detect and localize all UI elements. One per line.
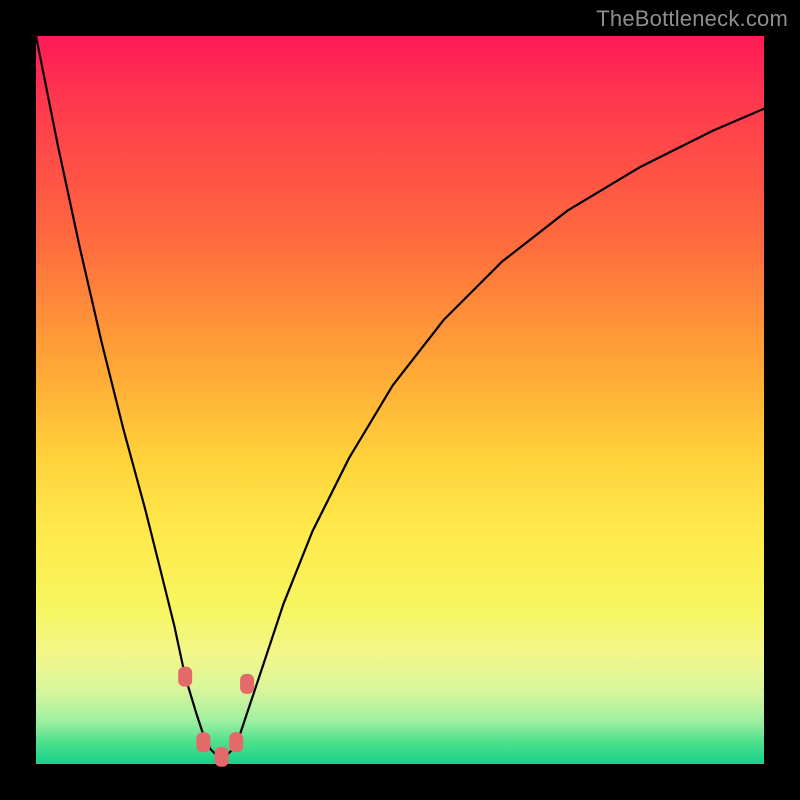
curve-marker-2 — [215, 747, 229, 767]
markers-group — [178, 667, 254, 767]
chart-frame: TheBottleneck.com — [0, 0, 800, 800]
chart-svg — [36, 36, 764, 764]
watermark-text: TheBottleneck.com — [596, 6, 788, 32]
curve-marker-4 — [240, 674, 254, 694]
bottleneck-curve-path — [36, 36, 764, 757]
plot-area — [36, 36, 764, 764]
curve-marker-1 — [196, 732, 210, 752]
curve-marker-0 — [178, 667, 192, 687]
curve-marker-3 — [229, 732, 243, 752]
